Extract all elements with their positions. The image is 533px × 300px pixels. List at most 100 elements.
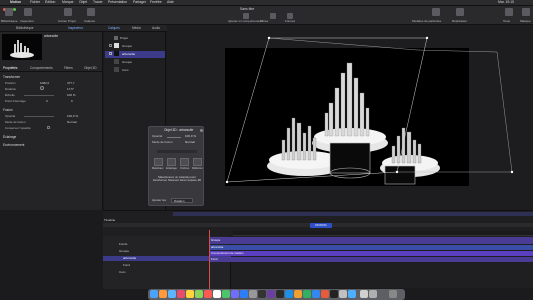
layer-row[interactable]: Groupe [105,43,165,50]
layer-row[interactable]: Projet [105,35,165,42]
timeline-layer-label[interactable]: Groupe [119,250,129,253]
library-icon[interactable] [5,8,13,16]
preserve-checkbox[interactable] [47,126,50,129]
tab-layers[interactable]: Calques [108,26,120,30]
inspector-icon[interactable] [24,8,32,16]
section-lighting[interactable]: Éclairage [3,135,16,139]
trash-icon[interactable] [389,290,397,298]
insp-tab-filters[interactable]: Filtres [64,66,73,70]
keynote-icon[interactable] [312,290,320,298]
motion-icon[interactable] [267,290,275,298]
section-transform[interactable]: Transformer [3,75,20,79]
tab-inspector[interactable]: Inspecteur [68,26,83,30]
app-store-icon[interactable] [240,290,248,298]
menu-app[interactable]: Motion [10,0,21,4]
hud-shadow-icon[interactable] [180,158,189,166]
zoom-window-icon[interactable] [13,8,16,11]
insp-tab-behaviors[interactable]: Comportements [30,66,53,70]
mail-icon[interactable] [348,290,356,298]
transform-bounding-box[interactable] [167,32,533,210]
messages-icon[interactable] [195,290,203,298]
timeline-layer-label[interactable]: Fonds [119,243,127,246]
row-blend-value[interactable]: Normal [67,120,77,124]
final-cut-icon[interactable] [258,290,266,298]
layer-row[interactable]: Groupe [105,59,165,66]
numbers-icon[interactable] [303,290,311,298]
facetime-icon[interactable] [222,290,230,298]
scale-slider[interactable] [24,95,54,96]
tab-audio[interactable]: Audio [152,26,160,30]
tab-library[interactable]: Bibliothèque [16,26,34,30]
visibility-checkbox[interactable] [109,52,112,55]
menu-aide[interactable]: Aide [167,0,174,4]
particles-icon[interactable] [432,8,440,16]
menu-objet[interactable]: Objet [79,0,87,4]
layers-icon[interactable] [87,8,95,16]
timeline-timecode[interactable]: 00:00:01 [310,223,332,228]
pages-icon[interactable] [294,290,302,298]
row-position-x[interactable]: 1082,0 [40,81,49,85]
music-icon[interactable] [177,290,185,298]
compressor-icon[interactable] [276,290,284,298]
hud-reflection-icon[interactable] [193,158,202,166]
hud-opacity-value[interactable]: 100,0 % [185,135,196,138]
timeline-bar[interactable]: Fond [209,257,533,262]
row-rotation-value[interactable]: 17,5° [67,87,74,91]
finder-icon[interactable] [150,290,158,298]
mask-icon[interactable] [522,8,530,16]
timeline-layer-label[interactable]: Cam [119,271,125,274]
menu-marque[interactable]: Marque [62,0,74,4]
timeline-ruler[interactable] [233,231,533,236]
menu-edition[interactable]: Édition [45,0,55,4]
hud-lighting-icon[interactable] [167,158,176,166]
rotation-dial-icon[interactable] [40,86,44,90]
timeline-bar[interactable]: Comportement de rotation [209,251,533,256]
photos-icon[interactable] [213,290,221,298]
menu-partager[interactable]: Partager [133,0,146,4]
hud-blend-value[interactable]: Normal [185,141,195,144]
replicator-icon[interactable] [456,8,464,16]
section-environment[interactable]: Environnement [3,143,24,147]
insp-tab-3d[interactable]: Objet 3D [84,66,97,70]
row-position-y[interactable]: 477,7 [67,81,75,85]
tab-media[interactable]: Média [132,26,141,30]
hud-opacity-slider[interactable] [167,137,181,138]
hud-info-icon[interactable] [200,129,203,132]
menu-fichier[interactable]: Fichier [30,0,40,4]
project-icon[interactable] [64,8,72,16]
row-opacity-value[interactable]: 100,0 % [67,114,78,118]
safari-icon[interactable] [168,290,176,298]
visibility-checkbox[interactable] [109,44,112,47]
insp-tab-properties[interactable]: Propriétés [3,66,18,70]
menu-tracer[interactable]: Tracer [93,0,103,4]
hud-adjust-select[interactable]: Rotation [171,198,193,203]
notes-icon[interactable] [186,290,194,298]
menu-fenetre[interactable]: Fenêtre [150,0,162,4]
preview-app-icon[interactable] [339,290,347,298]
menu-presentation[interactable]: Présentation [108,0,127,4]
row-anchor-y[interactable]: 0 [71,99,73,103]
hud-panel[interactable]: Objet 3D : arborscite Opacité 100,0 % Mo… [148,126,204,206]
timeline-bar[interactable]: Groupe [209,237,533,244]
mini-timeline[interactable] [173,212,533,216]
preferences-icon[interactable] [249,290,257,298]
timeline-layer-label[interactable]: arborscite [123,257,136,260]
photo-booth-icon[interactable] [321,290,329,298]
filters-icon[interactable] [270,13,276,19]
downloads-icon[interactable] [360,290,368,298]
timeline-layer-label[interactable]: Fond [123,264,130,267]
terminal-icon[interactable] [330,290,338,298]
xcode-icon[interactable] [285,290,293,298]
timeline-bar[interactable]: arborscite [209,245,533,250]
calendar-icon[interactable] [204,290,212,298]
hud-material-icon[interactable] [154,158,163,166]
layer-row[interactable]: Cam [105,67,165,74]
documents-icon[interactable] [369,290,377,298]
podcasts-icon[interactable] [231,290,239,298]
opacity-slider[interactable] [24,116,54,117]
layer-row-selected[interactable]: arborscite [105,51,165,58]
section-fusion[interactable]: Fusion [3,108,13,112]
row-anchor-x[interactable]: 0 [46,99,48,103]
row-scale-value[interactable]: 100 % [67,93,76,97]
playhead[interactable] [209,230,210,289]
